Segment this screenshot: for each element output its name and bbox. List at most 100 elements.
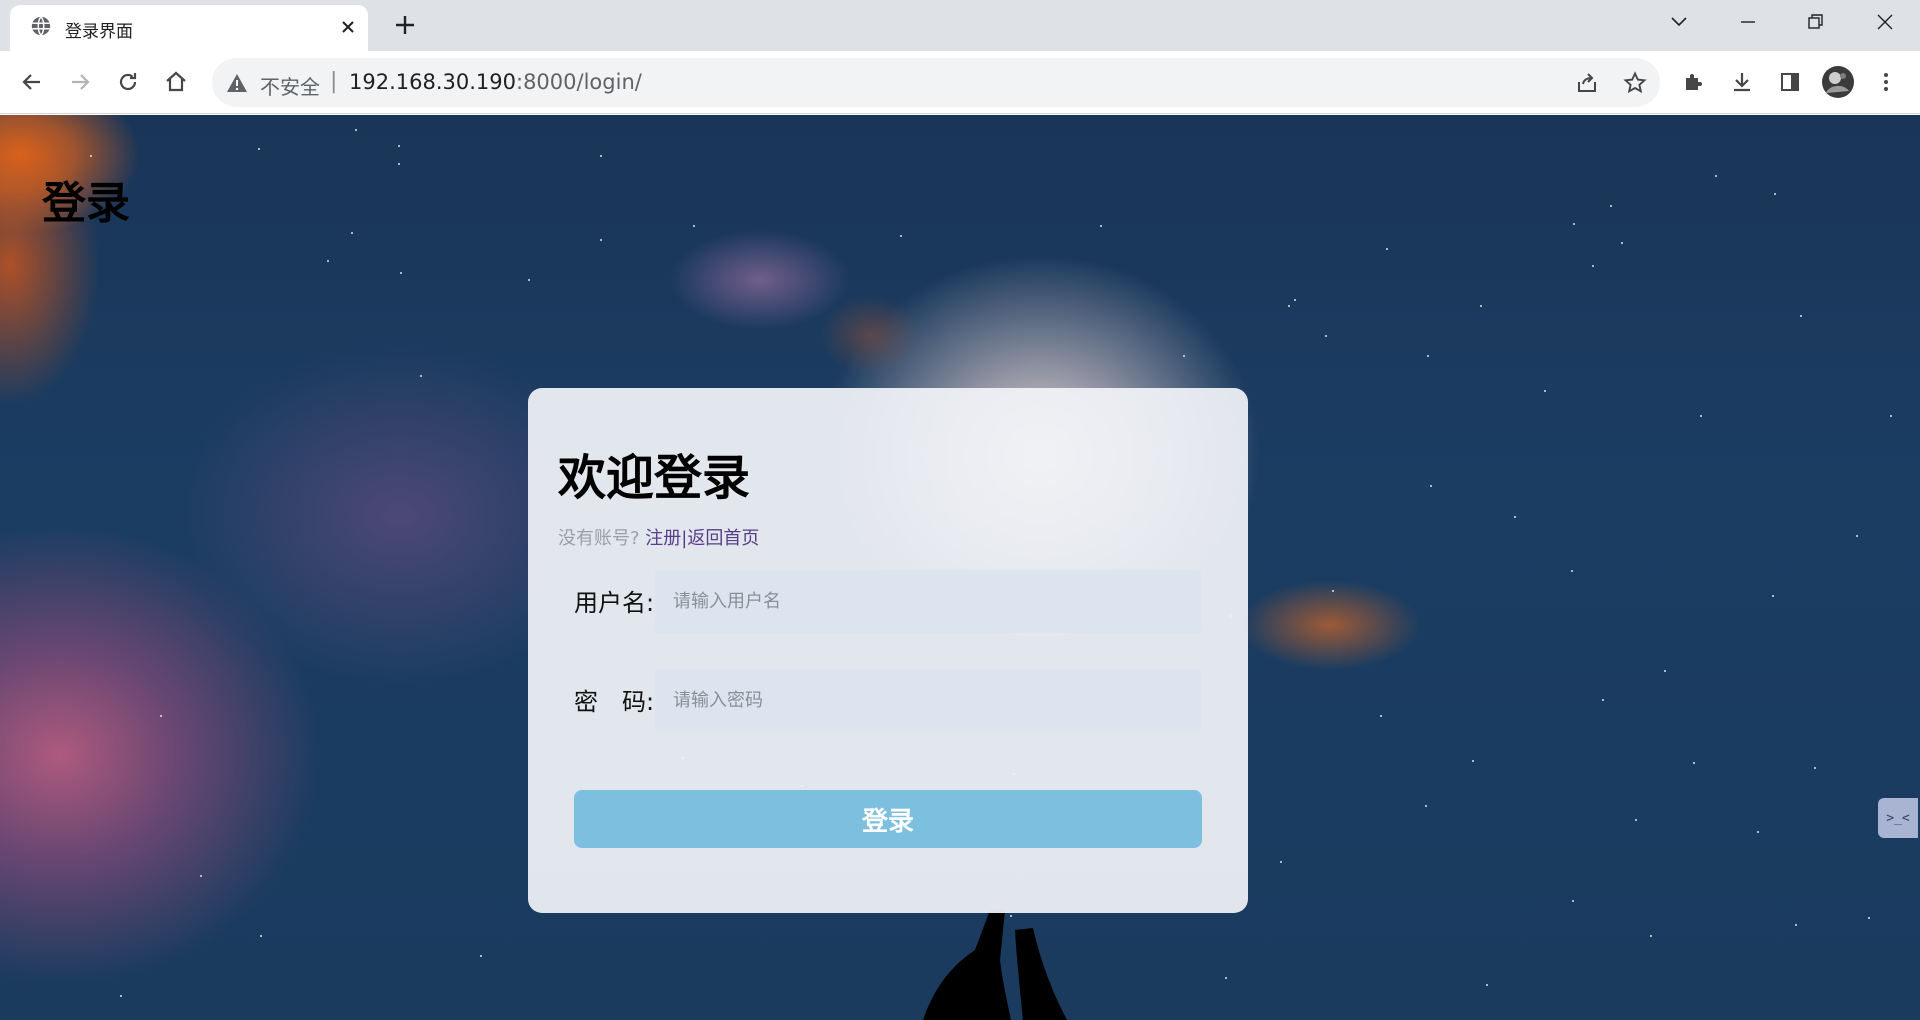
bookmark-button[interactable]	[1622, 70, 1648, 96]
page-title: 登录	[42, 178, 130, 229]
home-icon	[166, 71, 186, 92]
browser-menu-button[interactable]	[1867, 63, 1905, 101]
star	[1288, 305, 1290, 307]
password-label: 密 码:	[574, 688, 655, 716]
star	[1572, 900, 1574, 902]
star	[480, 955, 482, 957]
star	[160, 715, 162, 717]
star	[1814, 767, 1816, 769]
downloads-button[interactable]	[1723, 63, 1761, 101]
star	[1856, 535, 1858, 537]
login-subtext: 没有账号? 注册|返回首页	[558, 524, 759, 550]
star	[1700, 415, 1702, 417]
star	[1571, 570, 1573, 572]
star	[1800, 315, 1802, 317]
globe-icon	[31, 16, 51, 36]
minimize-icon	[1741, 21, 1755, 23]
forward-button[interactable]	[61, 63, 99, 101]
forward-arrow-icon	[72, 74, 90, 90]
star	[1890, 415, 1892, 417]
new-tab-button[interactable]	[389, 9, 421, 41]
star	[260, 935, 262, 937]
download-icon	[1734, 73, 1750, 92]
minimize-button[interactable]	[1720, 0, 1776, 44]
side-panel-button[interactable]	[1771, 63, 1809, 101]
star	[1225, 977, 1227, 979]
puzzle-icon	[1686, 74, 1702, 90]
star	[1280, 861, 1282, 863]
close-window-button[interactable]	[1857, 0, 1913, 44]
reload-icon	[119, 73, 137, 91]
star	[420, 375, 422, 377]
star	[1544, 390, 1546, 392]
username-label: 用户名:	[574, 589, 655, 617]
url-host: 192.168.30.190	[349, 70, 516, 94]
star	[1693, 762, 1695, 764]
close-icon	[1877, 14, 1893, 30]
tab-title: 登录界面	[65, 22, 133, 42]
share-button[interactable]	[1574, 70, 1600, 96]
back-button[interactable]	[13, 63, 51, 101]
star	[1430, 485, 1432, 487]
home-button[interactable]	[157, 63, 195, 101]
url-text[interactable]: 192.168.30.190:8000/login/	[349, 70, 642, 94]
star	[90, 155, 92, 157]
star	[693, 225, 695, 227]
star	[1774, 193, 1776, 195]
star	[200, 875, 202, 877]
star	[1380, 715, 1382, 717]
username-input[interactable]	[655, 570, 1201, 633]
home-link[interactable]: 返回首页	[687, 528, 759, 549]
star	[351, 232, 353, 234]
side-panel-icon	[1781, 73, 1799, 91]
login-button[interactable]: 登录	[574, 790, 1202, 848]
tab-close-button[interactable]	[335, 14, 361, 40]
star	[1772, 595, 1774, 597]
address-bar[interactable]: 不安全 | 192.168.30.190:8000/login/	[212, 58, 1660, 107]
star	[1868, 917, 1870, 919]
plus-icon	[396, 16, 414, 34]
star	[1621, 242, 1623, 244]
register-link[interactable]: 注册	[645, 528, 681, 549]
warning-icon[interactable]	[226, 72, 248, 94]
star	[1472, 760, 1474, 762]
tab-search-button[interactable]	[1651, 0, 1707, 44]
login-heading: 欢迎登录	[558, 450, 751, 506]
login-card: 欢迎登录 没有账号? 注册|返回首页 用户名: 密 码: 登录	[528, 388, 1248, 913]
url-path: :8000/login/	[516, 70, 642, 94]
star	[327, 260, 329, 262]
star	[1480, 305, 1482, 307]
browser-toolbar: 不安全 | 192.168.30.190:8000/login/	[0, 51, 1920, 114]
side-widget-button[interactable]: >_<	[1878, 798, 1918, 838]
star	[1294, 299, 1296, 301]
star	[600, 155, 602, 157]
browser-tab-active[interactable]: 登录界面	[10, 5, 368, 51]
star	[400, 272, 402, 274]
profile-button[interactable]	[1819, 63, 1857, 101]
star	[900, 235, 902, 237]
star	[1486, 984, 1488, 986]
star	[1715, 175, 1717, 177]
back-arrow-icon	[22, 74, 40, 90]
star	[1183, 355, 1185, 357]
star	[1795, 924, 1797, 926]
star	[1425, 805, 1427, 807]
star	[398, 163, 400, 165]
security-label[interactable]: 不安全	[260, 71, 320, 100]
extensions-button[interactable]	[1675, 63, 1713, 101]
chevron-down-icon	[1671, 17, 1687, 27]
star	[1602, 699, 1604, 701]
star	[1514, 516, 1516, 518]
star	[528, 279, 530, 281]
star	[398, 145, 400, 147]
star	[1386, 248, 1388, 250]
star	[1664, 670, 1666, 672]
kebab-menu-icon	[1884, 73, 1888, 91]
restore-button[interactable]	[1788, 0, 1844, 44]
tab-strip: 登录界面	[0, 0, 1920, 51]
page-background: 登录 欢迎登录 没有账号? 注册|返回首页 用户名: 密 码: 登录 >_<	[0, 115, 1920, 1020]
star	[1650, 935, 1652, 937]
password-input[interactable]	[655, 669, 1201, 732]
star	[1325, 335, 1327, 337]
reload-button[interactable]	[109, 63, 147, 101]
